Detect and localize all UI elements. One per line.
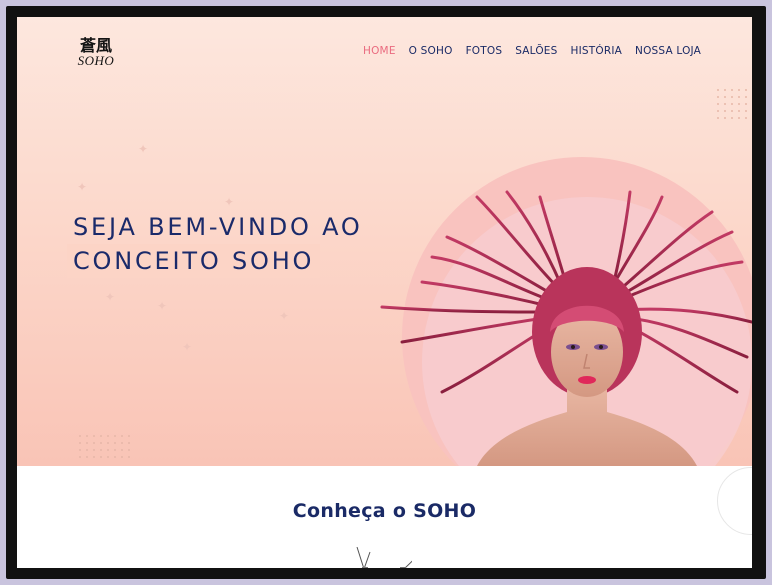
headline-line-2: CONCEITO SOHO [67,244,321,278]
nav-item-home[interactable]: HOME [363,45,396,57]
section-title: Conheça o SOHO [292,500,477,522]
headline-line-1: SEJA BEM-VINDO AO [73,213,363,241]
logo-glyphs: 蒼風 [79,36,112,55]
sparkle-icon: ✦ [105,290,116,304]
hero-section: ✦ ✦ ✦ ✦ ✦ ✦ ✦ 蒼風 SOHO HOME O SOHO FOTOS … [17,17,752,466]
hero-portrait-image [380,190,752,466]
dot-grid-bottom-left [79,435,130,458]
web-page: ✦ ✦ ✦ ✦ ✦ ✦ ✦ 蒼風 SOHO HOME O SOHO FOTOS … [17,17,752,568]
sparkle-icon: ✦ [157,299,168,313]
sparkle-icon: ✦ [224,195,235,209]
hero-headline: SEJA BEM-VINDO AO CONCEITO SOHO [67,210,363,278]
main-nav: HOME O SOHO FOTOS SALÕES HISTÓRIA NOSSA … [363,45,714,57]
sparkle-icon: ✦ [182,340,193,354]
nav-item-nossa-loja[interactable]: NOSSA LOJA [635,45,701,57]
nav-item-historia[interactable]: HISTÓRIA [571,45,623,57]
logo-text: SOHO [77,53,115,68]
nav-item-saloes[interactable]: SALÕES [515,45,557,57]
decorative-shape [356,547,412,568]
nav-item-o-soho[interactable]: O SOHO [409,45,453,57]
soho-logo[interactable]: 蒼風 SOHO [74,37,118,69]
sparkle-icon: ✦ [138,142,149,156]
nav-item-fotos[interactable]: FOTOS [466,45,503,57]
sparkle-icon: ✦ [77,180,88,194]
sparkle-icon: ✦ [279,309,290,323]
dot-grid-top-right [717,89,752,119]
